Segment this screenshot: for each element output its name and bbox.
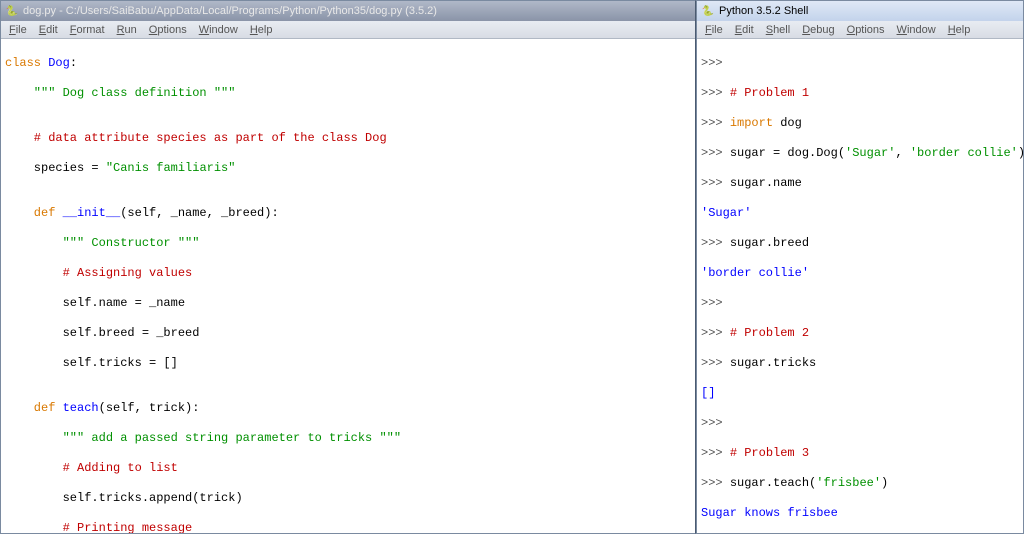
shell-output[interactable]: >>> >>> # Problem 1 >>> import dog >>> s… <box>697 39 1023 533</box>
shell-window: 🐍 Python 3.5.2 Shell File Edit Shell Deb… <box>696 0 1024 534</box>
python-icon: 🐍 <box>5 4 19 18</box>
menu-format[interactable]: Format <box>64 24 111 36</box>
menu-window[interactable]: Window <box>193 24 244 36</box>
editor-title: dog.py - C:/Users/SaiBabu/AppData/Local/… <box>23 5 437 17</box>
editor-titlebar[interactable]: 🐍 dog.py - C:/Users/SaiBabu/AppData/Loca… <box>1 1 695 21</box>
menu-window[interactable]: Window <box>891 24 942 36</box>
menu-shell[interactable]: Shell <box>760 24 796 36</box>
editor-window: 🐍 dog.py - C:/Users/SaiBabu/AppData/Loca… <box>0 0 696 534</box>
menu-debug[interactable]: Debug <box>796 24 840 36</box>
menu-edit[interactable]: Edit <box>33 24 64 36</box>
menu-help[interactable]: Help <box>942 24 977 36</box>
menu-help[interactable]: Help <box>244 24 279 36</box>
menu-file[interactable]: File <box>3 24 33 36</box>
menu-run[interactable]: Run <box>111 24 143 36</box>
shell-menubar: File Edit Shell Debug Options Window Hel… <box>697 21 1023 39</box>
menu-options[interactable]: Options <box>841 24 891 36</box>
shell-title: Python 3.5.2 Shell <box>719 5 808 17</box>
code-editor[interactable]: class Dog: """ Dog class definition """ … <box>1 39 695 533</box>
shell-titlebar[interactable]: 🐍 Python 3.5.2 Shell <box>697 1 1023 21</box>
menu-edit[interactable]: Edit <box>729 24 760 36</box>
python-icon: 🐍 <box>701 4 715 18</box>
menu-options[interactable]: Options <box>143 24 193 36</box>
menu-file[interactable]: File <box>699 24 729 36</box>
editor-menubar: File Edit Format Run Options Window Help <box>1 21 695 39</box>
